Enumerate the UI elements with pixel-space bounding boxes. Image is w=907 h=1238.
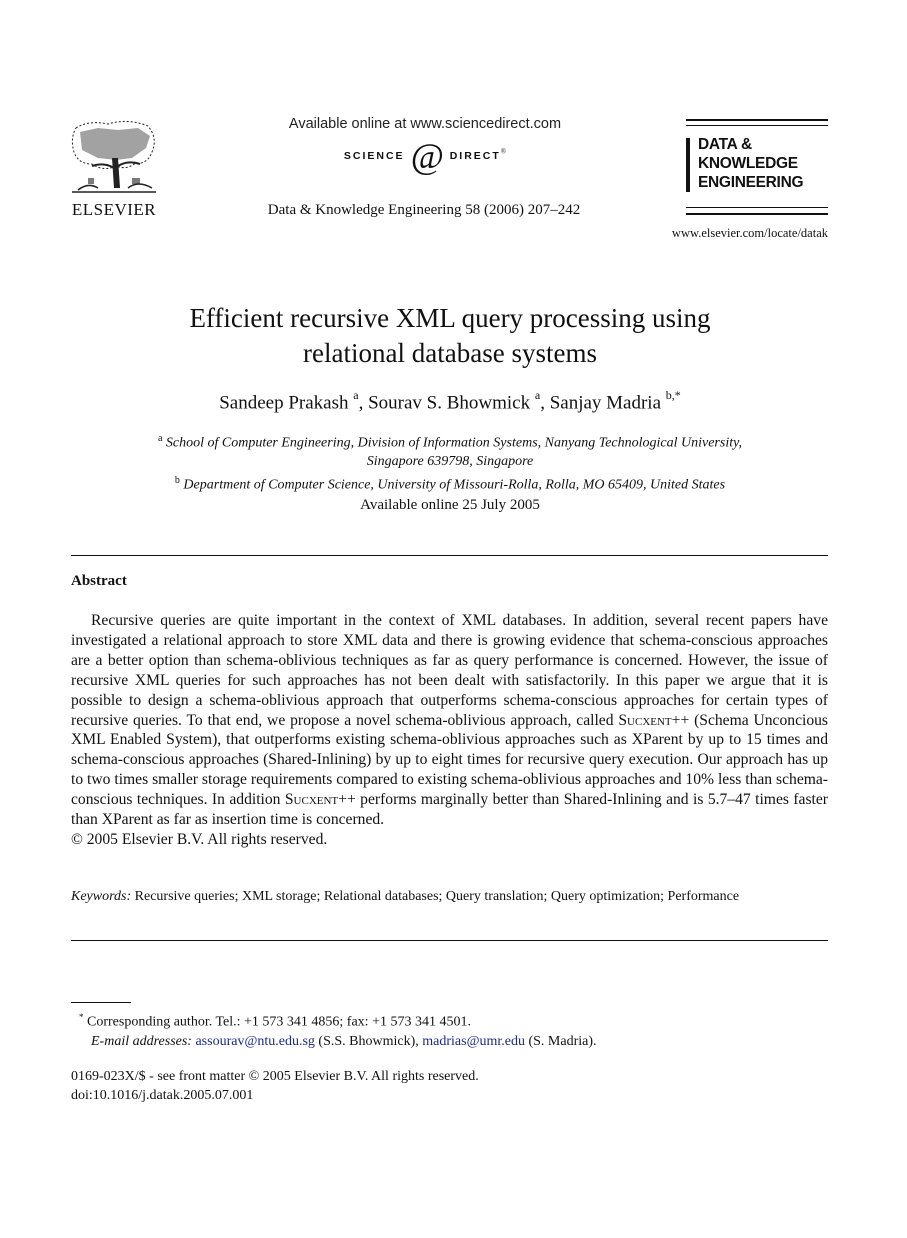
doi[interactable]: doi:10.1016/j.datak.2005.07.001 <box>71 1086 479 1105</box>
front-matter: 0169-023X/$ - see front matter © 2005 El… <box>71 1067 479 1105</box>
paper-title-line: relational database systems <box>303 338 597 368</box>
journal-logo-rule-bottom-2 <box>686 213 828 215</box>
author-name: Sourav S. Bhowmick <box>368 392 531 414</box>
affiliation-b: b Department of Computer Science, Univer… <box>80 472 820 495</box>
sciencedirect-right-word: DIRECT <box>449 150 501 162</box>
divider-bottom <box>71 940 828 941</box>
elsevier-tree-icon <box>71 120 156 193</box>
author-affiliation-mark[interactable]: b,* <box>666 388 681 402</box>
sciencedirect-at-icon: @ <box>410 136 444 176</box>
elsevier-wordmark: ELSEVIER <box>71 200 157 219</box>
elsevier-logo: ELSEVIER <box>68 118 160 220</box>
affiliation-a: a School of Computer Engineering, Divisi… <box>80 430 820 453</box>
journal-logo-rule-top-2 <box>686 125 828 126</box>
system-name: Sucxent++ <box>284 791 356 809</box>
divider-top <box>71 555 828 556</box>
issn-line: 0169-023X/$ - see front matter © 2005 El… <box>71 1069 479 1084</box>
sciencedirect-left-word: SCIENCE <box>343 150 405 162</box>
paper-title: Efficient recursive XML query processing… <box>80 301 820 371</box>
journal-logo-rule-top-1 <box>686 119 828 121</box>
journal-logo: DATA & KNOWLEDGE ENGINEERING <box>686 119 828 217</box>
journal-logo-text: DATA & KNOWLEDGE ENGINEERING <box>698 135 804 192</box>
journal-logo-bar <box>686 138 690 192</box>
author-name: Sandeep Prakash <box>219 392 349 414</box>
corresponding-author-note: * Corresponding author. Tel.: +1 573 341… <box>79 1008 819 1032</box>
paper-title-line: Efficient recursive XML query processing… <box>189 303 711 333</box>
email-note: E-mail addresses: assourav@ntu.edu.sg (S… <box>79 1032 819 1051</box>
author-affiliation-mark[interactable]: a <box>535 388 540 402</box>
corresponding-author-text: Corresponding author. Tel.: +1 573 341 4… <box>83 1014 471 1030</box>
affiliation-a-cont: Singapore 639798, Singapore <box>366 454 534 470</box>
journal-logo-line: ENGINEERING <box>698 174 804 191</box>
email-link[interactable]: madrias@umr.edu <box>422 1034 525 1049</box>
email-label: E-mail addresses: <box>91 1033 192 1049</box>
author-affiliation-mark[interactable]: a <box>353 388 358 402</box>
journal-citation: Data & Knowledge Engineering 58 (2006) 2… <box>267 202 581 218</box>
email-owner: (S. Madria). <box>524 1033 597 1049</box>
abstract-body: Recursive queries are quite important in… <box>71 611 828 850</box>
keywords-text: Recursive queries; XML storage; Relation… <box>131 889 740 904</box>
affiliation-text: School of Computer Engineering, Division… <box>165 435 743 451</box>
author-list: Sandeep Prakash a, Sourav S. Bhowmick a,… <box>80 388 820 414</box>
system-name: Sucxent++ <box>618 711 690 729</box>
email-link[interactable]: assourav@ntu.edu.sg <box>195 1034 314 1049</box>
affiliation-mark: a <box>157 433 163 444</box>
journal-logo-rule-bottom-1 <box>686 207 828 208</box>
affiliations: a School of Computer Engineering, Divisi… <box>80 430 820 495</box>
affiliation-text: Department of Computer Science, Universi… <box>183 477 726 493</box>
sciencedirect-logo: SCIENCE @ DIRECT® <box>300 138 550 178</box>
footnote: * Corresponding author. Tel.: +1 573 341… <box>79 1008 819 1051</box>
author-name: Sanjay Madria <box>549 392 662 414</box>
journal-logo-line: DATA & <box>698 136 752 153</box>
affiliation-mark: b <box>174 474 180 486</box>
available-online-date: Available online 25 July 2005 <box>360 497 540 513</box>
journal-url[interactable]: www.elsevier.com/locate/datak <box>600 226 828 241</box>
author-separator: , <box>540 392 550 414</box>
author-separator: , <box>358 392 369 414</box>
registered-mark: ® <box>500 147 507 156</box>
abstract-copyright: © 2005 Elsevier B.V. All rights reserved… <box>71 830 328 848</box>
email-owner: (S.S. Bhowmick), <box>314 1033 423 1049</box>
abstract-paragraph: Recursive queries are quite important in… <box>71 611 828 830</box>
abstract-heading: Abstract <box>71 573 127 589</box>
sciencedirect-available-text[interactable]: Available online at www.sciencedirect.co… <box>260 116 590 132</box>
footnote-rule <box>71 1002 131 1003</box>
keywords: Keywords: Recursive queries; XML storage… <box>71 888 828 906</box>
keywords-label: Keywords: <box>71 889 132 904</box>
journal-logo-line: KNOWLEDGE <box>698 155 798 172</box>
